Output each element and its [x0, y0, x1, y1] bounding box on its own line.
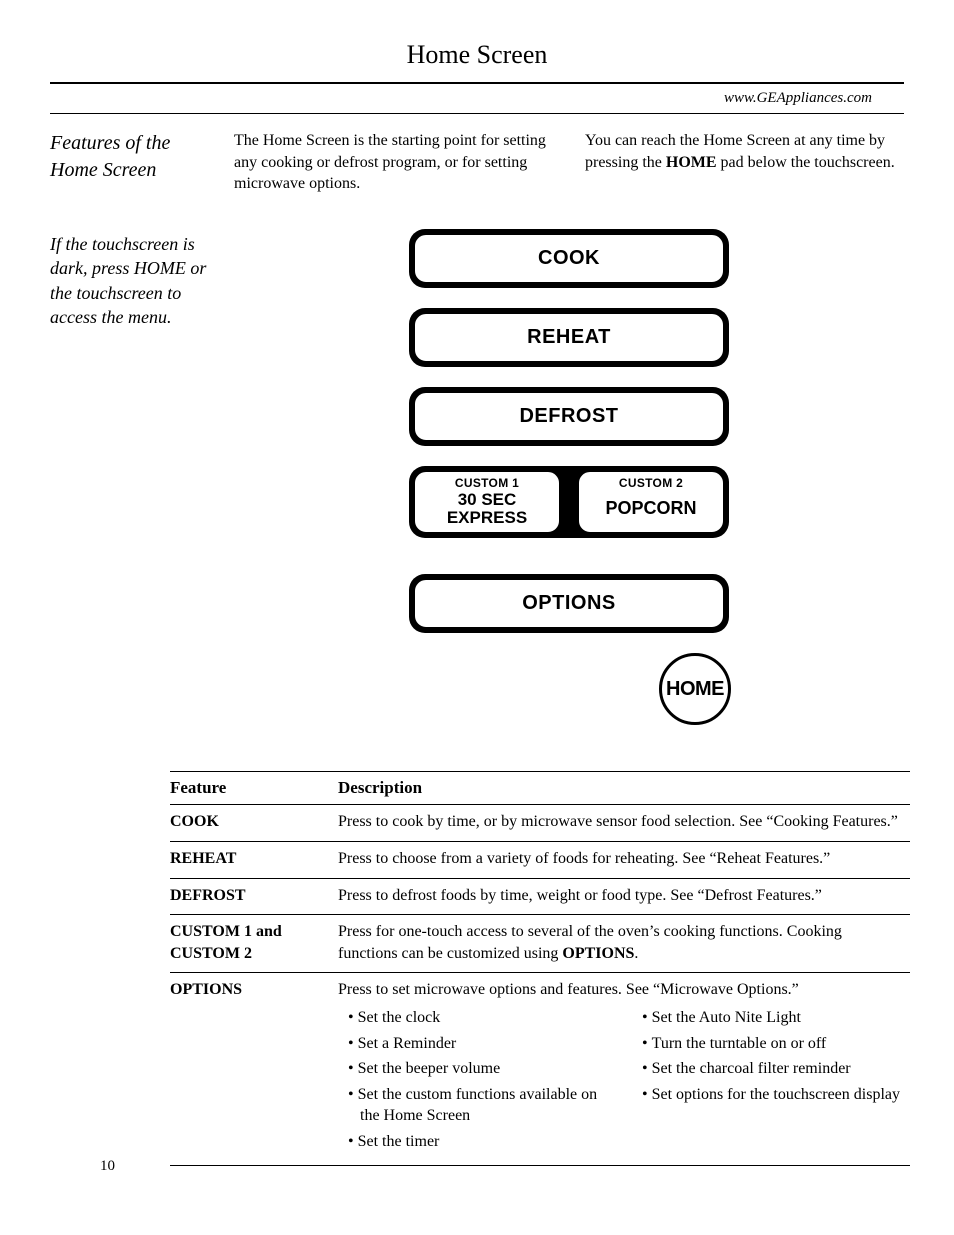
col-feature: Feature: [170, 772, 338, 805]
list-item: Set the clock: [338, 1007, 608, 1029]
list-item: Set the charcoal filter reminder: [632, 1058, 902, 1080]
touchscreen-illustration: COOK REHEAT DEFROST CUSTOM 1 30 SEC EXPR…: [409, 229, 729, 726]
options-list-right: Set the Auto Nite Light Turn the turntab…: [632, 1007, 902, 1157]
col-description: Description: [338, 772, 910, 805]
table-row: DEFROST Press to defrost foods by time, …: [170, 878, 910, 915]
page-number: 10: [100, 1158, 115, 1175]
list-item: Set the timer: [338, 1131, 608, 1153]
intro-right: You can reach the Home Screen at any tim…: [585, 130, 904, 195]
rule-top: [50, 82, 904, 84]
list-item: Set options for the touchscreen display: [632, 1084, 902, 1106]
list-item: Set a Reminder: [338, 1033, 608, 1055]
intro-left: The Home Screen is the starting point fo…: [234, 130, 553, 195]
cook-button[interactable]: COOK: [409, 229, 729, 288]
home-button[interactable]: HOME: [659, 653, 731, 725]
custom1-button[interactable]: CUSTOM 1 30 SEC EXPRESS: [412, 469, 562, 536]
features-table: Feature Description COOK Press to cook b…: [170, 771, 910, 1165]
table-row: CUSTOM 1 and CUSTOM 2 Press for one-touc…: [170, 915, 910, 973]
table-row: REHEAT Press to choose from a variety of…: [170, 842, 910, 879]
custom2-button[interactable]: CUSTOM 2 POPCORN: [576, 469, 726, 536]
options-button[interactable]: OPTIONS: [409, 574, 729, 633]
list-item: Set the custom functions available on th…: [338, 1084, 608, 1127]
options-list-left: Set the clock Set a Reminder Set the bee…: [338, 1007, 608, 1157]
list-item: Turn the turntable on or off: [632, 1033, 902, 1055]
defrost-button[interactable]: DEFROST: [409, 387, 729, 446]
page-title: Home Screen: [50, 40, 904, 76]
brand-url: www.GEAppliances.com: [50, 90, 872, 107]
reheat-button[interactable]: REHEAT: [409, 308, 729, 367]
table-row: COOK Press to cook by time, or by microw…: [170, 805, 910, 842]
table-row: OPTIONS Press to set microwave options a…: [170, 973, 910, 1165]
sidebar-note: If the touchscreen is dark, press HOME o…: [50, 232, 210, 329]
section-heading: Features of the Home Screen: [50, 130, 210, 184]
list-item: Set the beeper volume: [338, 1058, 608, 1080]
list-item: Set the Auto Nite Light: [632, 1007, 902, 1029]
rule-sub: [50, 113, 904, 114]
